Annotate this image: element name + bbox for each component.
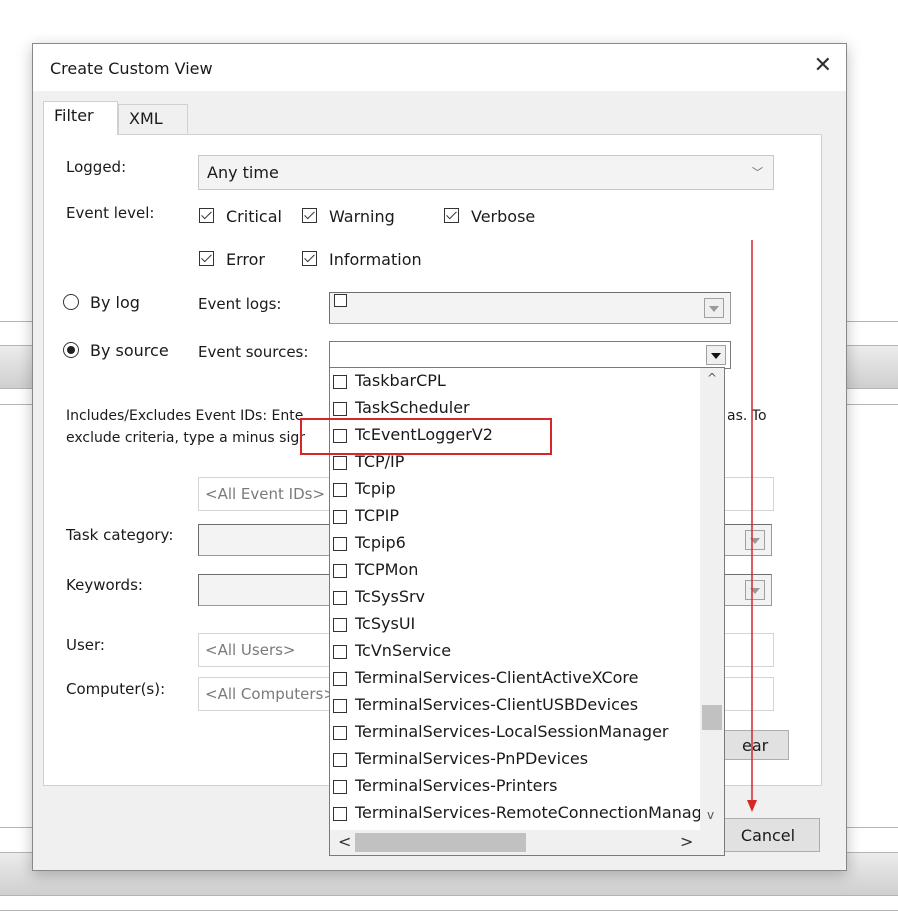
list-item[interactable]: TerminalServices-LocalSessionManager xyxy=(330,719,700,746)
list-item[interactable]: TerminalServices-PnPDevices xyxy=(330,746,700,773)
item-checkbox[interactable] xyxy=(333,807,347,821)
down-arrow-icon xyxy=(747,240,757,812)
by-log-label: By log xyxy=(90,293,140,312)
item-checkbox[interactable] xyxy=(333,645,347,659)
item-label: TaskScheduler xyxy=(355,398,470,417)
title-bar: Create Custom View ✕ xyxy=(33,44,846,91)
list-item[interactable]: TerminalServices-Printers xyxy=(330,773,700,800)
item-label: TaskbarCPL xyxy=(355,371,446,390)
scroll-left-icon[interactable]: < xyxy=(338,832,351,851)
dialog-title: Create Custom View xyxy=(50,59,213,78)
item-checkbox[interactable] xyxy=(333,699,347,713)
event-level-label: Event level: xyxy=(66,204,155,222)
error-checkbox[interactable] xyxy=(199,251,214,266)
event-logs-label: Event logs: xyxy=(198,295,282,313)
warning-checkbox[interactable] xyxy=(302,208,317,223)
item-label: TerminalServices-LocalSessionManager xyxy=(355,722,669,741)
user-placeholder: <All Users> xyxy=(205,641,296,659)
item-checkbox[interactable] xyxy=(333,726,347,740)
by-source-radio[interactable] xyxy=(63,342,79,358)
computers-label: Computer(s): xyxy=(66,680,166,698)
item-label: TerminalServices-ClientActiveXCore xyxy=(355,668,639,687)
cancel-button-label: Cancel xyxy=(740,826,796,845)
keywords-label: Keywords: xyxy=(66,576,143,594)
logged-value: Any time xyxy=(207,163,279,182)
critical-checkbox[interactable] xyxy=(199,208,214,223)
by-source-label: By source xyxy=(90,341,169,360)
list-item[interactable]: TcSysUI xyxy=(330,611,700,638)
event-sources-select[interactable] xyxy=(329,341,731,369)
list-item[interactable]: TcSysSrv xyxy=(330,584,700,611)
scrollbar-corner xyxy=(700,830,724,855)
list-item[interactable]: TerminalServices-ClientActiveXCore xyxy=(330,665,700,692)
verbose-checkbox[interactable] xyxy=(444,208,459,223)
item-checkbox[interactable] xyxy=(333,483,347,497)
tab-xml[interactable]: XML xyxy=(118,104,188,134)
item-checkbox[interactable] xyxy=(333,402,347,416)
item-label: TcSysSrv xyxy=(355,587,426,606)
close-icon[interactable]: ✕ xyxy=(814,55,832,77)
scroll-thumb[interactable] xyxy=(355,833,526,852)
highlight-box xyxy=(300,418,552,455)
warning-label: Warning xyxy=(329,207,395,226)
information-label: Information xyxy=(329,250,422,269)
tab-filter[interactable]: Filter xyxy=(43,101,118,135)
scroll-down-icon[interactable]: v xyxy=(707,808,714,822)
event-logs-select[interactable] xyxy=(329,292,731,324)
list-item[interactable]: TaskbarCPL xyxy=(330,368,700,395)
item-checkbox[interactable] xyxy=(333,375,347,389)
event-ids-placeholder: <All Event IDs> xyxy=(205,485,326,503)
horizontal-scrollbar[interactable]: < > xyxy=(330,830,702,855)
logged-select[interactable]: Any time ﹀ xyxy=(198,155,774,190)
item-label: Tcpip xyxy=(355,479,396,498)
bg-line xyxy=(0,910,898,911)
list-item[interactable]: TCPIP xyxy=(330,503,700,530)
list-item[interactable]: Tcpip6 xyxy=(330,530,700,557)
list-item[interactable]: TcVnService xyxy=(330,638,700,665)
item-label: TcSysUI xyxy=(355,614,416,633)
logged-label: Logged: xyxy=(66,158,127,176)
item-label: TerminalServices-ClientUSBDevices xyxy=(355,695,639,714)
item-label: TCPMon xyxy=(355,560,419,579)
list-item[interactable]: TCPMon xyxy=(330,557,700,584)
item-label: TerminalServices-PnPDevices xyxy=(355,749,589,768)
item-checkbox[interactable] xyxy=(333,753,347,767)
item-checkbox[interactable] xyxy=(333,618,347,632)
item-checkbox[interactable] xyxy=(333,510,347,524)
verbose-label: Verbose xyxy=(471,207,536,226)
scroll-thumb[interactable] xyxy=(702,705,722,730)
chevron-down-icon[interactable] xyxy=(706,345,726,365)
by-log-radio[interactable] xyxy=(63,294,79,310)
item-checkbox[interactable] xyxy=(333,591,347,605)
item-checkbox[interactable] xyxy=(333,564,347,578)
information-checkbox[interactable] xyxy=(302,251,317,266)
scroll-right-icon[interactable]: > xyxy=(680,832,693,851)
event-sources-label: Event sources: xyxy=(198,343,309,361)
item-label: TcVnService xyxy=(355,641,452,660)
item-label: Tcpip6 xyxy=(355,533,406,552)
scroll-up-icon[interactable]: ^ xyxy=(707,371,717,385)
user-label: User: xyxy=(66,636,105,654)
error-label: Error xyxy=(226,250,265,269)
item-checkbox[interactable] xyxy=(333,780,347,794)
includes-text-line2: exclude criteria, type a minus sigr xyxy=(66,430,305,446)
item-checkbox[interactable] xyxy=(333,537,347,551)
includes-text: Includes/Excludes Event IDs: Ente xyxy=(66,408,304,424)
cancel-button[interactable]: Cancel xyxy=(716,818,820,852)
chevron-down-icon: ﹀ xyxy=(752,166,763,179)
list-item[interactable]: TerminalServices-ClientUSBDevices xyxy=(330,692,700,719)
item-label: TerminalServices-Printers xyxy=(355,776,558,795)
item-label: TerminalServices-RemoteConnectionManage xyxy=(355,803,712,822)
chevron-down-icon[interactable] xyxy=(704,298,724,318)
list-item[interactable]: TerminalServices-RemoteConnectionManage xyxy=(330,800,712,827)
item-label: TCPIP xyxy=(355,506,400,525)
computers-placeholder: <All Computers> xyxy=(205,685,336,703)
item-checkbox[interactable] xyxy=(333,672,347,686)
task-category-label: Task category: xyxy=(66,526,174,544)
critical-label: Critical xyxy=(226,207,282,226)
list-item[interactable]: Tcpip xyxy=(330,476,700,503)
vertical-scrollbar[interactable]: ^ v xyxy=(700,368,724,830)
event-logs-checkbox[interactable] xyxy=(334,294,347,307)
item-checkbox[interactable] xyxy=(333,456,347,470)
